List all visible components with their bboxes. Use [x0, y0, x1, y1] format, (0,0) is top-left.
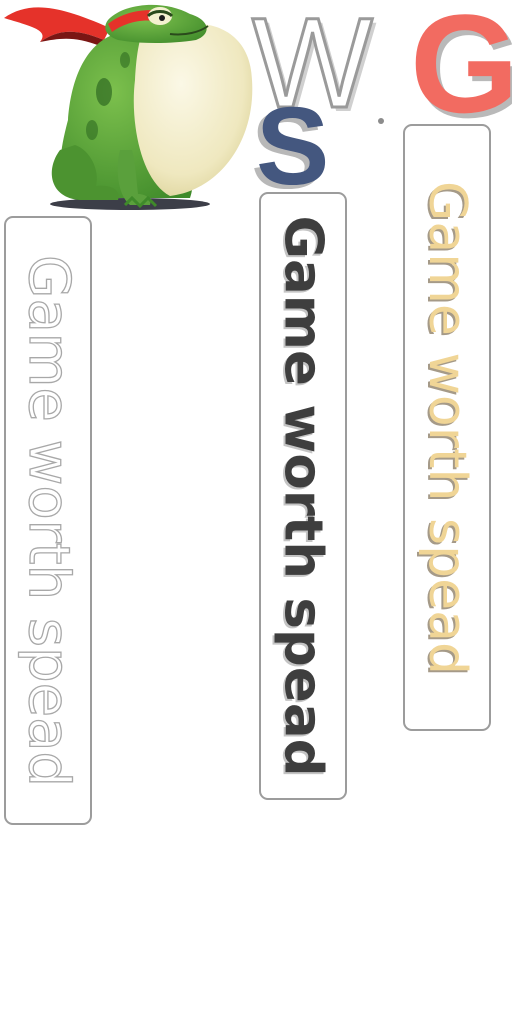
card-title: Game worth spead: [417, 180, 477, 675]
logo-dot: [378, 118, 384, 124]
text-card-gold[interactable]: Game worth spead: [403, 124, 491, 731]
text-card-outline[interactable]: Game worth spead: [4, 216, 92, 825]
logo-letter-g: G: [410, 0, 512, 142]
card-title: Game worth spead: [15, 254, 81, 787]
text-card-bold[interactable]: Game worth spead: [259, 192, 347, 800]
card-title: Game worth spead: [272, 215, 334, 777]
logo-letter-s: S: [256, 85, 330, 208]
frog-mascot-icon: [4, 4, 253, 210]
